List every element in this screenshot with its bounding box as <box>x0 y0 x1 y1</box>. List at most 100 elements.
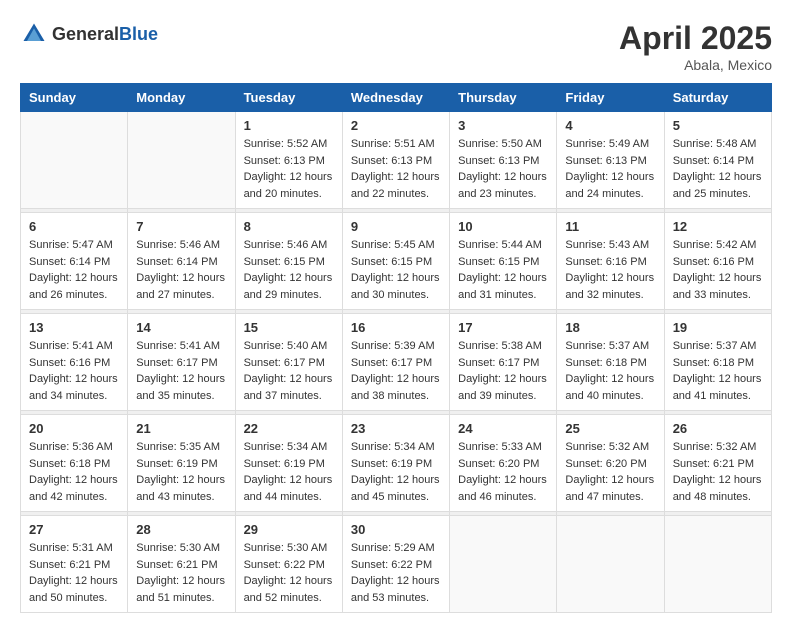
day-number: 20 <box>29 421 119 436</box>
daylight-text: Daylight: 12 hours and 50 minutes. <box>29 575 118 604</box>
day-number: 22 <box>244 421 334 436</box>
day-info: Sunrise: 5:36 AM Sunset: 6:18 PM Daylight:… <box>29 439 119 505</box>
week-row-3: 13Sunrise: 5:41 AMSunset: 6:16 PMDayligh… <box>21 314 772 411</box>
daylight-text: Daylight: 12 hours and 26 minutes. <box>29 272 118 301</box>
daylight-text: Daylight: 12 hours and 38 minutes. <box>351 373 440 402</box>
sunrise-text: Sunrise: 5:41 AM <box>136 340 220 352</box>
sunrise-text: Sunrise: 5:45 AM <box>351 239 435 251</box>
day-info: Sunrise: 5:41 AMSunset: 6:16 PMDaylight:… <box>29 338 119 404</box>
sunrise-text: Sunrise: 5:46 AM <box>136 239 220 251</box>
day-cell: 21 Sunrise: 5:35 AMSunset: 6:19 PMDayligh… <box>128 415 235 512</box>
daylight-text: Daylight: 12 hours and 34 minutes. <box>29 373 118 402</box>
daylight-text: Daylight: 12 hours and 24 minutes. <box>565 171 654 200</box>
daylight-text: Daylight: 12 hours and 35 minutes. <box>136 373 225 402</box>
sunrise-text: Sunrise: 5:46 AM <box>244 239 328 251</box>
sunrise-text: Sunrise: 5:31 AM <box>29 542 113 554</box>
title-block: April 2025 Abala, Mexico <box>619 20 772 73</box>
day-cell: 19 Sunrise: 5:37 AM Sunset: 6:18 PM Dayligh… <box>664 314 771 411</box>
week-row-5: 27Sunrise: 5:31 AMSunset: 6:21 PMDayligh… <box>21 516 772 613</box>
header-sunday: Sunday <box>21 84 128 112</box>
daylight-text: Daylight: 12 hours and 41 minutes. <box>673 373 762 402</box>
sunrise-text: Sunrise: 5:36 AM <box>29 441 113 453</box>
day-cell <box>450 516 557 613</box>
day-info: Sunrise: 5:42 AMSunset: 6:16 PMDaylight:… <box>673 237 763 303</box>
sunset-text: Sunset: 6:16 PM <box>29 357 110 369</box>
day-cell: 28Sunrise: 5:30 AMSunset: 6:21 PMDayligh… <box>128 516 235 613</box>
day-info: Sunrise: 5:47 AMSunset: 6:14 PMDaylight:… <box>29 237 119 303</box>
day-number: 29 <box>244 522 334 537</box>
day-info: Sunrise: 5:32 AMSunset: 6:20 PMDaylight:… <box>565 439 655 505</box>
day-cell: 14Sunrise: 5:41 AMSunset: 6:17 PMDayligh… <box>128 314 235 411</box>
day-info: Sunrise: 5:29 AMSunset: 6:22 PMDaylight:… <box>351 540 441 606</box>
header-wednesday: Wednesday <box>342 84 449 112</box>
day-info: Sunrise: 5:50 AMSunset: 6:13 PMDaylight:… <box>458 136 548 202</box>
daylight-text: Daylight: 12 hours and 44 minutes. <box>244 474 333 503</box>
day-number: 30 <box>351 522 441 537</box>
daylight-text: Daylight: 12 hours and 42 minutes. <box>29 474 118 503</box>
daylight-text: Daylight: 12 hours and 40 minutes. <box>565 373 654 402</box>
sunset-text: Sunset: 6:13 PM <box>244 155 325 167</box>
day-info: Sunrise: 5:39 AMSunset: 6:17 PMDaylight:… <box>351 338 441 404</box>
sunrise-text: Sunrise: 5:30 AM <box>244 542 328 554</box>
sunset-text: Sunset: 6:21 PM <box>136 559 217 571</box>
day-number: 16 <box>351 320 441 335</box>
sunrise-text: Sunrise: 5:44 AM <box>458 239 542 251</box>
daylight-text: Daylight: 12 hours and 47 minutes. <box>565 474 654 503</box>
sunrise-text: Sunrise: 5:30 AM <box>136 542 220 554</box>
header-saturday: Saturday <box>664 84 771 112</box>
sunrise-text: Sunrise: 5:43 AM <box>565 239 649 251</box>
day-cell: 5Sunrise: 5:48 AMSunset: 6:14 PMDaylight… <box>664 112 771 209</box>
day-number: 8 <box>244 219 334 234</box>
sunset-text: Sunset: 6:18 PM <box>29 458 110 470</box>
sunset-text: Sunset: 6:14 PM <box>29 256 110 268</box>
header-monday: Monday <box>128 84 235 112</box>
day-cell <box>21 112 128 209</box>
weekday-header-row: Sunday Monday Tuesday Wednesday Thursday… <box>21 84 772 112</box>
day-number: 9 <box>351 219 441 234</box>
day-info: Sunrise: 5:48 AMSunset: 6:14 PMDaylight:… <box>673 136 763 202</box>
sunrise-text: Sunrise: 5:50 AM <box>458 138 542 150</box>
sunrise-text: Sunrise: 5:29 AM <box>351 542 435 554</box>
sunrise-text: Sunrise: 5:34 AM <box>244 441 328 453</box>
day-number: 2 <box>351 118 441 133</box>
daylight-text: Daylight: 12 hours and 33 minutes. <box>673 272 762 301</box>
day-number: 17 <box>458 320 548 335</box>
daylight-text: Daylight: 12 hours and 27 minutes. <box>136 272 225 301</box>
daylight-text: Daylight: 12 hours and 43 minutes. <box>136 474 225 503</box>
day-cell: 8Sunrise: 5:46 AMSunset: 6:15 PMDaylight… <box>235 213 342 310</box>
sunrise-text: Sunrise: 5:38 AM <box>458 340 542 352</box>
day-cell: 16 Sunrise: 5:39 AMSunset: 6:17 PMDayligh… <box>342 314 449 411</box>
daylight-text: Daylight: 12 hours and 39 minutes. <box>458 373 547 402</box>
logo-blue: Blue <box>119 24 158 44</box>
day-info: Sunrise: 5:52 AMSunset: 6:13 PMDaylight:… <box>244 136 334 202</box>
sunset-text: Sunset: 6:19 PM <box>244 458 325 470</box>
logo: GeneralBlue <box>20 20 158 48</box>
month-year-title: April 2025 <box>619 20 772 57</box>
day-number: 14 <box>136 320 226 335</box>
sunrise-text: Sunrise: 5:37 AM <box>673 340 757 352</box>
sunrise-text: Sunrise: 5:33 AM <box>458 441 542 453</box>
sunset-text: Sunset: 6:22 PM <box>351 559 432 571</box>
day-info: Sunrise: 5:43 AMSunset: 6:16 PMDaylight:… <box>565 237 655 303</box>
sunset-text: Sunset: 6:18 PM <box>673 357 754 369</box>
day-info: Sunrise: 5:45 AMSunset: 6:15 PMDaylight:… <box>351 237 441 303</box>
day-cell: 7Sunrise: 5:46 AMSunset: 6:14 PMDaylight… <box>128 213 235 310</box>
sunset-text: Sunset: 6:17 PM <box>458 357 539 369</box>
day-cell: 6Sunrise: 5:47 AMSunset: 6:14 PMDaylight… <box>21 213 128 310</box>
sunset-text: Sunset: 6:21 PM <box>673 458 754 470</box>
day-info: Sunrise: 5:35 AMSunset: 6:19 PMDaylight:… <box>136 439 226 505</box>
day-info: Sunrise: 5:34 AMSunset: 6:19 PMDaylight:… <box>351 439 441 505</box>
day-cell: 27Sunrise: 5:31 AMSunset: 6:21 PMDayligh… <box>21 516 128 613</box>
day-number: 21 <box>136 421 226 436</box>
sunrise-text: Sunrise: 5:49 AM <box>565 138 649 150</box>
day-number: 1 <box>244 118 334 133</box>
day-number: 19 <box>673 320 763 335</box>
calendar-table: Sunday Monday Tuesday Wednesday Thursday… <box>20 83 772 613</box>
daylight-text: Daylight: 12 hours and 51 minutes. <box>136 575 225 604</box>
logo-icon <box>20 20 48 48</box>
day-info: Sunrise: 5:37 AMSunset: 6:18 PMDaylight:… <box>565 338 655 404</box>
sunset-text: Sunset: 6:20 PM <box>458 458 539 470</box>
day-number: 23 <box>351 421 441 436</box>
location-title: Abala, Mexico <box>619 57 772 73</box>
sunset-text: Sunset: 6:15 PM <box>244 256 325 268</box>
